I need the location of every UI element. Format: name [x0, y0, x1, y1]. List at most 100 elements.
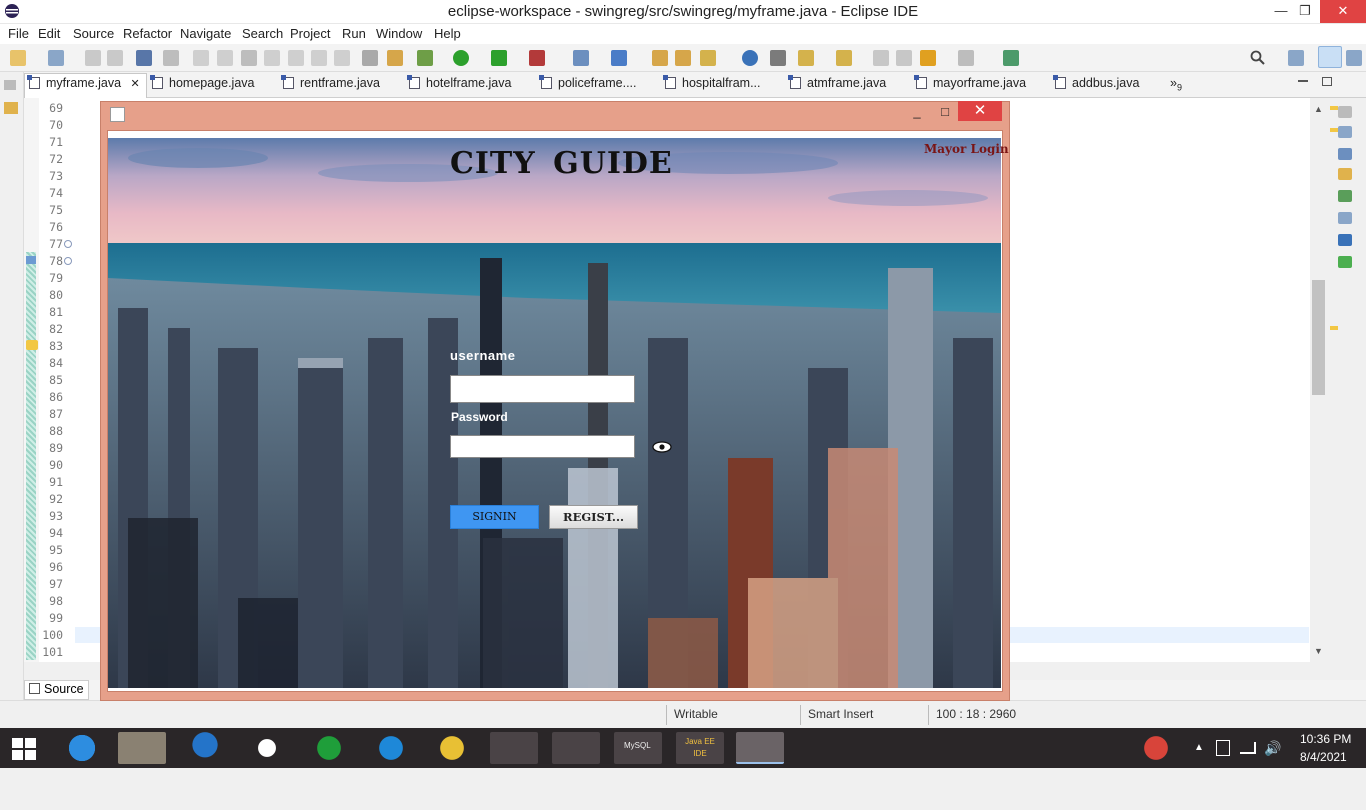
warning-marker-icon[interactable]	[26, 340, 38, 350]
last-edit-icon[interactable]	[873, 50, 889, 66]
open-perspective-icon[interactable]	[1003, 50, 1019, 66]
tab-rentframe[interactable]: rentframe.java	[281, 75, 380, 90]
console-view-icon[interactable]	[1338, 234, 1352, 246]
java-app-icon[interactable]	[736, 732, 784, 764]
tablet-icon[interactable]	[1216, 740, 1230, 756]
clock-date[interactable]: 8/4/2021	[1300, 750, 1347, 764]
step-over-icon[interactable]	[311, 50, 327, 66]
restore-icon[interactable]	[4, 80, 16, 90]
menu-source[interactable]: Source	[73, 26, 114, 41]
debug-perspective-icon[interactable]	[1346, 50, 1362, 66]
menu-navigate[interactable]: Navigate	[180, 26, 231, 41]
show-hidden-icons-icon[interactable]: ▲	[1194, 742, 1204, 753]
previous-annotation-icon[interactable]	[836, 50, 852, 66]
tab-hospitalframe[interactable]: hospitalfram...	[663, 75, 761, 90]
minimize-editor-icon[interactable]	[1298, 80, 1308, 82]
declaration-icon[interactable]	[1338, 212, 1352, 224]
fold-icon[interactable]	[64, 257, 72, 265]
external-tools-icon[interactable]	[529, 50, 545, 66]
close-button[interactable]: ✕	[1320, 0, 1366, 23]
step-into-icon[interactable]	[288, 50, 304, 66]
tab-addbus[interactable]: addbus.java	[1053, 75, 1139, 90]
notepad-icon[interactable]	[490, 732, 538, 764]
notes-icon[interactable]	[552, 732, 600, 764]
show-password-eye-icon[interactable]	[652, 440, 672, 454]
disconnect-icon[interactable]	[264, 50, 280, 66]
scroll-up-icon[interactable]: ▲	[1314, 104, 1323, 114]
save-all-icon[interactable]	[107, 50, 123, 66]
open-task-icon[interactable]	[675, 50, 691, 66]
tab-mayorframe[interactable]: mayorframe.java	[914, 75, 1026, 90]
edge-icon[interactable]	[367, 732, 415, 764]
menu-project[interactable]: Project	[290, 26, 330, 41]
search-tool-icon[interactable]	[700, 50, 716, 66]
tab-atmframe[interactable]: atmframe.java	[788, 75, 886, 90]
problems-icon[interactable]	[1338, 168, 1352, 180]
next-annotation-icon[interactable]	[798, 50, 814, 66]
mayor-login-link[interactable]: Mayor Login	[924, 142, 1009, 156]
task-list-icon[interactable]	[1338, 148, 1352, 160]
new-package-icon[interactable]	[48, 50, 64, 66]
username-input[interactable]	[450, 375, 635, 403]
mysql-terminal-icon[interactable]: MySQL	[614, 732, 662, 764]
windows-start-icon[interactable]	[12, 738, 36, 760]
register-button[interactable]: REGIST...	[549, 505, 638, 529]
terminate-icon[interactable]	[241, 50, 257, 66]
skip-breakpoints-icon[interactable]	[163, 50, 179, 66]
resume-icon[interactable]	[193, 50, 209, 66]
forward-edit-icon[interactable]	[896, 50, 912, 66]
password-input[interactable]	[450, 435, 635, 458]
drop-to-frame-icon[interactable]	[362, 50, 378, 66]
network-icon[interactable]	[1240, 742, 1256, 754]
tab-overflow[interactable]: »9	[1170, 76, 1182, 93]
tab-source[interactable]: Source	[24, 680, 89, 700]
servers-icon[interactable]	[1338, 256, 1352, 268]
menu-run[interactable]: Run	[342, 26, 366, 41]
web-browser-icon[interactable]	[742, 50, 758, 66]
menu-edit[interactable]: Edit	[38, 26, 60, 41]
package-explorer-icon[interactable]	[4, 102, 18, 114]
suspend-icon[interactable]	[217, 50, 233, 66]
frame-close-button[interactable]: ✕	[958, 101, 1002, 121]
menu-refactor[interactable]: Refactor	[123, 26, 172, 41]
antivirus-tray-icon[interactable]	[1132, 732, 1180, 764]
restore-icon[interactable]	[1338, 106, 1352, 118]
menu-file[interactable]: File	[8, 26, 29, 41]
new-icon[interactable]	[10, 50, 26, 66]
home-icon[interactable]	[243, 732, 291, 764]
tab-policeframe[interactable]: policeframe....	[539, 75, 637, 90]
new-server-icon[interactable]	[573, 50, 589, 66]
step-return-icon[interactable]	[334, 50, 350, 66]
java-ee-ide-icon[interactable]: Java EE IDE	[676, 732, 724, 764]
search-icon[interactable]	[1250, 50, 1266, 66]
warning-overview-icon[interactable]	[1330, 106, 1338, 110]
file-explorer-icon[interactable]	[118, 732, 166, 764]
tab-close-icon[interactable]: ✕	[131, 78, 140, 90]
tab-homepage[interactable]: homepage.java	[150, 75, 254, 90]
menu-search[interactable]: Search	[242, 26, 283, 41]
menu-help[interactable]: Help	[434, 26, 461, 41]
signin-button[interactable]: SIGNIN	[450, 505, 539, 529]
back-icon[interactable]	[920, 50, 936, 66]
use-step-filters-icon[interactable]	[387, 50, 403, 66]
fold-icon[interactable]	[64, 240, 72, 248]
scroll-thumb[interactable]	[1312, 280, 1325, 395]
pin-editor-icon[interactable]	[770, 50, 786, 66]
run-icon[interactable]	[453, 50, 469, 66]
maximize-editor-icon[interactable]	[1322, 77, 1332, 86]
tab-myframe[interactable]: myframe.java ✕	[24, 73, 147, 98]
menu-window[interactable]: Window	[376, 26, 422, 41]
coverage-icon[interactable]	[491, 50, 507, 66]
debug-icon[interactable]	[417, 50, 433, 66]
java-ee-perspective-icon[interactable]	[1288, 50, 1304, 66]
store-icon[interactable]	[305, 732, 353, 764]
scroll-down-icon[interactable]: ▼	[1314, 646, 1323, 656]
open-type-icon[interactable]	[652, 50, 668, 66]
save-icon[interactable]	[85, 50, 101, 66]
volume-icon[interactable]: 🔊	[1264, 740, 1281, 757]
clock-time[interactable]: 10:36 PM	[1300, 732, 1351, 746]
new-class-icon[interactable]	[611, 50, 627, 66]
warning-overview-icon[interactable]	[1330, 128, 1338, 132]
java-perspective-icon[interactable]	[1318, 46, 1342, 68]
forward-icon[interactable]	[958, 50, 974, 66]
